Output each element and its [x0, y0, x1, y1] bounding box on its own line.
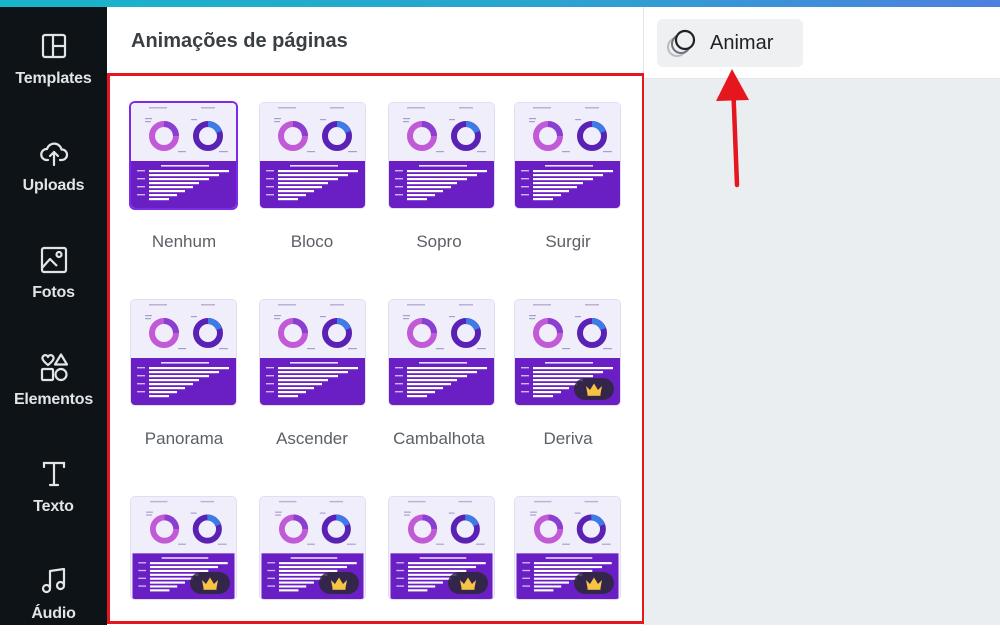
animation-label: Ascender — [276, 429, 348, 448]
sidebar-item-label: Fotos — [32, 284, 75, 301]
sidebar-item-audio[interactable]: Áudio — [0, 542, 107, 632]
animation-thumbnail — [389, 103, 494, 208]
premium-badge — [319, 572, 359, 594]
annotation-arrow — [716, 69, 749, 188]
panel-title: Animações de páginas — [131, 30, 348, 52]
animation-label: Surgir — [545, 232, 591, 251]
sidebar-item-label: Áudio — [31, 605, 76, 622]
sidebar-item-templates[interactable]: Templates — [0, 7, 107, 97]
animate-icon — [667, 29, 696, 57]
sidebar-item-elementos[interactable]: Elementos — [0, 328, 107, 418]
animation-option-bloco[interactable] — [260, 103, 365, 208]
sidebar: Templates Uploads Fotos Elementos Texto … — [0, 7, 107, 625]
animation-option-premium[interactable] — [389, 497, 494, 599]
premium-badge — [574, 572, 614, 594]
animation-thumbnail — [131, 300, 236, 405]
animation-option-surgir[interactable] — [515, 103, 620, 208]
animation-label: Deriva — [543, 429, 593, 448]
animation-thumbnail — [260, 103, 365, 208]
animation-thumbnail — [389, 300, 494, 405]
animation-option-premium[interactable] — [260, 497, 365, 599]
animation-option-premium[interactable] — [515, 497, 620, 599]
music-note-icon — [41, 567, 65, 594]
premium-badge — [574, 378, 614, 400]
animation-label: Panorama — [144, 429, 224, 448]
sidebar-item-uploads[interactable]: Uploads — [0, 114, 107, 204]
image-icon — [40, 246, 67, 274]
layout-icon — [41, 33, 66, 59]
top-gradient-bar — [0, 0, 1000, 7]
animation-thumbnail — [260, 300, 365, 405]
sidebar-item-label: Templates — [15, 70, 92, 87]
cloud-upload-icon — [39, 142, 68, 167]
shapes-icon — [40, 353, 68, 382]
animation-option-premium[interactable] — [131, 497, 236, 599]
crown-icon — [585, 576, 603, 590]
premium-badge — [190, 572, 230, 594]
crown-icon — [459, 576, 477, 590]
animation-option-deriva[interactable] — [515, 300, 620, 405]
sidebar-item-label: Texto — [33, 498, 74, 515]
animate-button-label: Animar — [710, 31, 774, 54]
animation-thumbnail — [515, 103, 620, 208]
animation-label: Cambalhota — [393, 429, 485, 448]
animation-option-ascender[interactable] — [260, 300, 365, 405]
premium-badge — [448, 572, 488, 594]
animation-label: Bloco — [290, 232, 334, 251]
animation-option-cambalhota[interactable] — [389, 300, 494, 405]
text-icon — [42, 461, 65, 487]
animation-thumbnail — [131, 103, 236, 208]
crown-icon — [585, 382, 603, 396]
animation-label: Sopro — [416, 232, 462, 251]
sidebar-item-label: Elementos — [13, 391, 94, 408]
sidebar-item-texto[interactable]: Texto — [0, 435, 107, 525]
animation-label: Nenhum — [151, 232, 217, 251]
animation-option-sopro[interactable] — [389, 103, 494, 208]
sidebar-item-label: Uploads — [22, 177, 85, 194]
animation-option-nenhum[interactable] — [131, 103, 236, 208]
animate-button[interactable]: Animar — [657, 19, 803, 67]
animation-option-panorama[interactable] — [131, 300, 236, 405]
crown-icon — [201, 576, 219, 590]
canvas-area — [644, 79, 1000, 625]
crown-icon — [330, 576, 348, 590]
sidebar-item-fotos[interactable]: Fotos — [0, 221, 107, 311]
